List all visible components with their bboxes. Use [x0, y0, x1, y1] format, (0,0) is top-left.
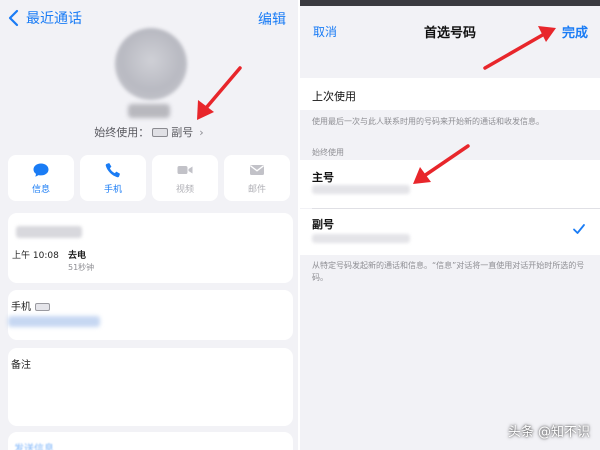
sub-number-redacted — [312, 234, 410, 243]
phone-number-card[interactable] — [8, 290, 293, 340]
call-label: 手机 — [103, 185, 122, 195]
option-last-used[interactable]: 上次使用 — [300, 78, 600, 110]
sim-icon — [35, 303, 50, 311]
edit-button[interactable]: 编辑 — [258, 9, 286, 29]
sheet-title: 首选号码 — [423, 26, 476, 41]
phone-label: 手机 — [11, 298, 50, 313]
checkmark-icon — [573, 224, 585, 234]
mail-label: 邮件 — [247, 185, 266, 195]
done-button[interactable]: 完成 — [562, 22, 588, 41]
send-message-label[interactable]: 发送信息 — [14, 440, 54, 450]
video-label: 视频 — [175, 185, 194, 195]
notes-card[interactable] — [8, 348, 293, 426]
option-main-number[interactable]: 主号 — [300, 160, 600, 208]
sim-icon — [152, 128, 169, 137]
phone-icon — [105, 163, 120, 178]
mail-icon — [250, 165, 264, 175]
message-button[interactable]: 信息 — [8, 155, 74, 201]
chevron-left-icon — [8, 9, 19, 27]
main-number-redacted — [312, 185, 410, 194]
last-used-label: 上次使用 — [312, 90, 356, 103]
call-button[interactable]: 手机 — [80, 155, 146, 201]
call-date-redacted — [16, 226, 82, 238]
contact-name-redacted — [128, 104, 170, 118]
call-time: 上午 10:08 — [12, 251, 59, 261]
contact-detail-panel: 最近通话 编辑 始终使用： 副号 › 信息 手机 视频 邮件 上午 10:08 去电… — [0, 0, 298, 450]
footer-description: 从特定号码发起新的通话和信息。“信息”对话将一直使用对话开始时所选的号码。 — [312, 261, 585, 282]
chevron-right-icon: › — [199, 126, 204, 139]
video-icon — [177, 166, 193, 174]
mail-button[interactable]: 邮件 — [224, 155, 290, 201]
watermark: 头条 @知不识 — [507, 425, 590, 440]
phone-number-redacted[interactable] — [8, 316, 100, 327]
back-button[interactable]: 最近通话 — [6, 8, 82, 28]
notes-label: 备注 — [11, 360, 31, 371]
preferred-number-sheet: 取消 首选号码 完成 上次使用 使用最后一次与此人联系时用的号码来开始新的通话和… — [300, 0, 600, 450]
main-number-label: 主号 — [312, 171, 334, 184]
call-duration: 51秒钟 — [68, 263, 95, 272]
default-value: 副号 — [171, 126, 194, 139]
default-number-selector[interactable]: 始终使用： 副号 › — [0, 124, 298, 140]
quick-actions: 信息 手机 视频 邮件 — [8, 155, 290, 201]
default-prefix: 始终使用： — [94, 126, 150, 139]
message-icon — [33, 163, 49, 177]
video-button[interactable]: 视频 — [152, 155, 218, 201]
sub-number-label: 副号 — [312, 218, 334, 231]
last-used-description: 使用最后一次与此人联系时用的号码来开始新的通话和收发信息。 — [312, 117, 544, 126]
call-type: 去电 — [68, 251, 87, 261]
section-header: 始终使用 — [312, 148, 344, 157]
message-label: 信息 — [31, 185, 50, 195]
avatar — [115, 28, 187, 100]
option-sub-number[interactable]: 副号 — [300, 209, 600, 255]
back-label: 最近通话 — [26, 11, 82, 27]
